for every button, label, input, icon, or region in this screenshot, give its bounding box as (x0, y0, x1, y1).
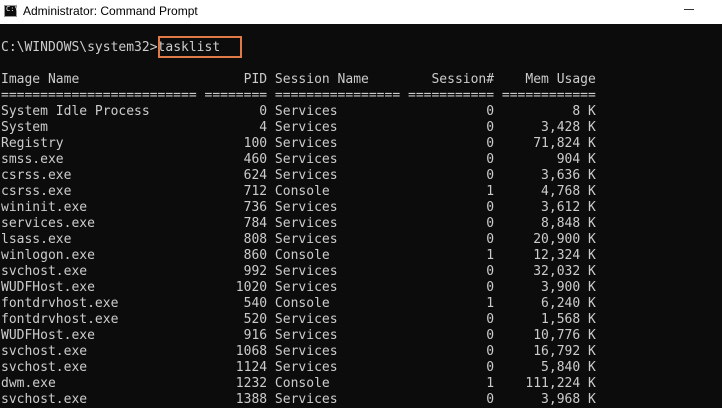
minimize-button[interactable] (684, 0, 722, 24)
prompt-path: C:\WINDOWS\system32> (1, 40, 158, 55)
table-row: smss.exe 460 Services 0 904 K (1, 152, 596, 167)
table-header: Image Name PID Session Name Session# Mem… (1, 72, 596, 87)
table-row: svchost.exe 1388 Services 0 3,968 K (1, 392, 596, 407)
command-prompt-icon: C:\ (4, 5, 19, 17)
table-row: WUDFHost.exe 916 Services 0 10,776 K (1, 328, 596, 343)
minimize-icon (684, 9, 694, 10)
table-row: winlogon.exe 860 Console 1 12,324 K (1, 248, 596, 263)
command-prompt-window: C:\ Administrator: Command Prompt C:\WIN… (0, 0, 722, 408)
prompt-line: C:\WINDOWS\system32>tasklist (1, 40, 220, 56)
terminal-output[interactable]: C:\WINDOWS\system32>tasklist Image Name … (0, 24, 722, 408)
table-row: csrss.exe 624 Services 0 3,636 K (1, 168, 596, 183)
table-row: svchost.exe 992 Services 0 32,032 K (1, 264, 596, 279)
title-bar[interactable]: C:\ Administrator: Command Prompt (0, 0, 722, 24)
table-row: fontdrvhost.exe 520 Services 0 1,568 K (1, 312, 596, 327)
table-row: fontdrvhost.exe 540 Console 1 6,240 K (1, 296, 596, 311)
table-row: lsass.exe 808 Services 0 20,900 K (1, 232, 596, 247)
table-row: services.exe 784 Services 0 8,848 K (1, 216, 596, 231)
table-row: svchost.exe 1068 Services 0 16,792 K (1, 344, 596, 359)
table-row: svchost.exe 1124 Services 0 5,840 K (1, 360, 596, 375)
typed-command: tasklist (157, 40, 221, 55)
table-separator: ========================= ======== =====… (1, 88, 596, 103)
table-row: csrss.exe 712 Console 1 4,768 K (1, 184, 596, 199)
table-row: wininit.exe 736 Services 0 3,612 K (1, 200, 596, 215)
table-row: dwm.exe 1232 Console 1 111,224 K (1, 376, 596, 391)
table-row: Registry 100 Services 0 71,824 K (1, 136, 596, 151)
table-row: System Idle Process 0 Services 0 8 K (1, 104, 596, 119)
table-row: WUDFHost.exe 1020 Services 0 3,900 K (1, 280, 596, 295)
window-title: Administrator: Command Prompt (23, 4, 198, 18)
table-row: System 4 Services 0 3,428 K (1, 120, 596, 135)
